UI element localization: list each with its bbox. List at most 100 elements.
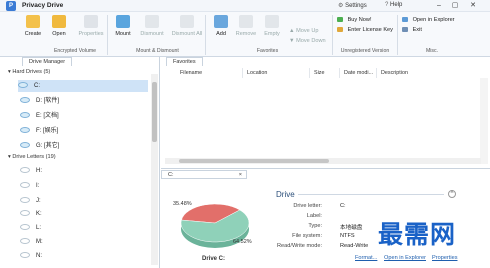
- create-button[interactable]: Create: [20, 15, 46, 45]
- drive-letter-label: Drive letter:: [293, 203, 322, 209]
- read-write-mode-value: Read-Write: [340, 243, 369, 249]
- open-in-explorer-label: Open in Explorer: [412, 17, 455, 23]
- mount-drive-icon: [116, 15, 130, 28]
- move-down-label: Move Down: [296, 38, 326, 44]
- letter-item-n[interactable]: N:: [20, 250, 150, 262]
- disk-usage-pie-chart: 35.48% 64.52% Drive C:: [173, 201, 252, 262]
- empty-favorites-button[interactable]: Empty: [259, 15, 285, 45]
- arrow-down-icon: ▼: [289, 38, 295, 44]
- exit-button[interactable]: Exit: [402, 27, 422, 33]
- drive-letter-value: C:: [340, 203, 346, 209]
- tab-drive-c-label: C:: [168, 172, 174, 178]
- letter-item-k[interactable]: K:: [20, 208, 150, 220]
- pie-free-label: 64.52%: [233, 239, 252, 245]
- properties-link[interactable]: Properties: [432, 255, 458, 261]
- move-down-button[interactable]: ▼ Move Down: [289, 38, 326, 44]
- letter-label: L:: [36, 225, 42, 231]
- drive-label: F: [娱乐]: [36, 128, 59, 134]
- favorites-scrollbar[interactable]: [480, 78, 488, 164]
- ribbon-divider: [332, 15, 333, 55]
- drive-item-c[interactable]: C:: [18, 80, 148, 92]
- file-system-label: File system:: [292, 233, 322, 239]
- pie-used-label: 35.48%: [173, 201, 192, 207]
- column-size[interactable]: Size: [311, 68, 340, 78]
- buy-now-button[interactable]: Buy Now!: [337, 17, 372, 23]
- letter-item-h[interactable]: H:: [20, 165, 150, 177]
- help-icon: ?: [385, 2, 389, 8]
- letter-label: J:: [36, 198, 41, 204]
- drive-letters-header[interactable]: ▾ Drive Letters (19): [0, 153, 160, 162]
- enter-license-key-button[interactable]: Enter License Key: [337, 27, 393, 33]
- letter-label: H:: [36, 168, 42, 174]
- drive-item-f[interactable]: F: [娱乐]: [20, 125, 150, 137]
- tab-favorites[interactable]: Favorites: [166, 57, 203, 66]
- dismount-all-label: Dismount All: [171, 31, 203, 37]
- tab-drive-c[interactable]: C: ×: [161, 170, 247, 179]
- letter-item-m[interactable]: M:: [20, 236, 150, 248]
- explorer-icon: [402, 17, 408, 23]
- drive-list-scrollbar[interactable]: [151, 74, 158, 265]
- dismount-button[interactable]: Dismount: [139, 15, 165, 45]
- add-favorite-button[interactable]: Add: [208, 15, 234, 45]
- move-up-button[interactable]: ▲ Move Up: [289, 28, 319, 34]
- format-link[interactable]: Format...: [355, 255, 377, 261]
- open-in-explorer-button[interactable]: Open in Explorer: [402, 17, 455, 23]
- drive-icon: [20, 252, 30, 259]
- drive-heading: Drive: [276, 190, 295, 199]
- properties-button[interactable]: Properties: [76, 15, 106, 45]
- file-system-value: NTFS: [340, 233, 355, 239]
- remove-favorite-button[interactable]: Remove: [233, 15, 259, 45]
- drive-icon: [20, 97, 30, 104]
- scrollbar-thumb[interactable]: [152, 82, 157, 142]
- close-button[interactable]: ✕: [466, 0, 480, 11]
- help-menu[interactable]: ? Help: [385, 2, 402, 8]
- open-label: Open: [52, 31, 66, 37]
- scrollbar-thumb[interactable]: [179, 159, 329, 163]
- create-icon: [26, 15, 40, 28]
- column-filename[interactable]: Filename: [177, 68, 243, 78]
- drive-icon: [20, 142, 30, 149]
- detail-divider: [161, 168, 490, 169]
- drive-label: E: [文档]: [36, 113, 59, 119]
- drive-icon: [20, 112, 30, 119]
- letter-item-i[interactable]: I:: [20, 180, 150, 192]
- column-description[interactable]: Description: [378, 68, 478, 78]
- dismount-all-button[interactable]: Dismount All: [170, 15, 204, 45]
- dismount-label: Dismount: [140, 31, 164, 37]
- watermark-text: 最需网: [378, 220, 457, 249]
- drive-item-d[interactable]: D: [软件]: [20, 95, 150, 107]
- drive-item-g[interactable]: G: [其它]: [20, 140, 150, 152]
- app-logo-icon: P: [6, 1, 16, 11]
- app-title: Privacy Drive: [22, 2, 64, 9]
- dismount-icon: [145, 15, 159, 28]
- type-value: 本地磁盘: [340, 225, 363, 231]
- column-date-modified[interactable]: Date modi...: [341, 68, 377, 78]
- tab-drive-manager[interactable]: Drive Manager: [22, 57, 73, 66]
- letter-item-j[interactable]: J:: [20, 195, 150, 207]
- minimize-button[interactable]: –: [432, 0, 446, 11]
- collapse-icon[interactable]: ^: [448, 190, 456, 198]
- column-location[interactable]: Location: [244, 68, 310, 78]
- open-in-explorer-link[interactable]: Open in Explorer: [384, 255, 426, 261]
- maximize-button[interactable]: ▢: [448, 0, 462, 11]
- empty-label: Empty: [264, 31, 280, 37]
- open-button[interactable]: Open: [46, 15, 72, 45]
- drive-label: D: [软件]: [36, 98, 60, 104]
- settings-label: Settings: [345, 3, 367, 9]
- gear-icon: ⚙: [338, 3, 344, 9]
- ribbon-divider: [107, 15, 108, 55]
- mount-button[interactable]: Mount: [110, 15, 136, 45]
- hard-drives-header[interactable]: ▾ Hard Drives (5): [0, 68, 160, 77]
- add-icon: [214, 15, 228, 28]
- heading-rule: [298, 194, 444, 195]
- drive-label: G: [其它]: [36, 143, 60, 149]
- letter-item-l[interactable]: L:: [20, 222, 150, 234]
- hard-drives-header-label: Hard Drives (5): [12, 69, 51, 75]
- drive-label: C:: [34, 83, 40, 89]
- tab-close-icon[interactable]: ×: [239, 171, 242, 180]
- properties-label: Properties: [78, 31, 104, 37]
- drive-item-e[interactable]: E: [文档]: [20, 110, 150, 122]
- favorites-horizontal-scrollbar[interactable]: [165, 158, 481, 164]
- settings-menu[interactable]: ⚙ Settings: [338, 2, 367, 9]
- arrow-up-icon: ▲: [289, 28, 295, 34]
